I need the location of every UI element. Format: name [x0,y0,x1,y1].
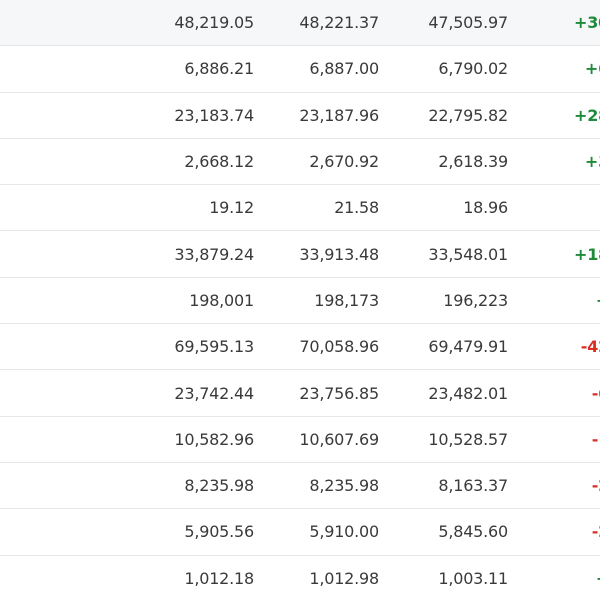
change-cell: -17 [520,417,600,462]
change-value: -23 [591,476,600,496]
table-row[interactable]: 2,668.12 2,670.92 2,618.39 +37 [0,139,600,186]
high-cell: 48,221.37 [299,13,379,33]
high-cell: 10,607.69 [299,429,379,449]
change-value: +6 [520,291,600,310]
low-cell: 8,163.37 [438,476,508,496]
table-row[interactable]: 5,905.56 5,910.00 5,845.60 -20 [0,509,600,556]
high-cell: 2,670.92 [309,152,379,172]
price-cell: 1,012.18 [184,568,254,588]
high-cell: 8,235.98 [309,476,379,496]
change-value: +280 [573,105,600,125]
change-value: +183 [573,244,600,264]
table-row[interactable]: 33,879.24 33,913.48 33,548.01 +183 [0,232,600,278]
low-cell: 47,505.97 [428,13,508,33]
change-value: +302 [573,13,600,33]
table-row[interactable]: 48,219.05 48,221.37 47,505.97 +302 [0,0,600,47]
low-cell: 1,003.11 [438,568,508,588]
table-row[interactable]: 10,582.96 10,607.69 10,528.57 -17 [0,417,600,463]
high-cell: 6,887.00 [309,59,379,79]
change-value: -61 [591,383,600,403]
change-value: -20 [591,522,600,542]
low-cell: 6,790.02 [438,59,508,79]
price-cell: 8,235.98 [184,476,254,496]
change-value: +69 [584,59,600,79]
change-cell: +280 [520,93,600,138]
high-cell: 198,173 [314,290,379,310]
change-cell: -23 [520,463,600,508]
price-cell: 33,879.24 [174,244,254,264]
table-row[interactable]: 69,595.13 70,058.96 69,479.91 -428 [0,324,600,371]
change-value: - [520,198,600,217]
price-cell: 48,219.05 [174,13,254,33]
table-row[interactable]: 19.12 21.58 18.96- [0,185,600,232]
price-cell: 69,595.13 [174,337,254,357]
table-row[interactable]: 23,183.74 23,187.96 22,795.82 +280 [0,93,600,139]
high-cell: 5,910.00 [309,522,379,542]
change-cell: +1 [520,556,600,600]
low-cell: 22,795.82 [428,105,508,125]
price-cell: 198,001 [189,290,254,310]
low-cell: 23,482.01 [428,383,508,403]
table-row[interactable]: 8,235.98 8,235.98 8,163.37 -23 [0,463,600,510]
high-cell: 21.58 [334,198,379,218]
low-cell: 18.96 [463,198,508,218]
price-cell: 2,668.12 [184,152,254,172]
high-cell: 70,058.96 [299,337,379,357]
table-row[interactable]: 6,886.21 6,887.00 6,790.02 +69 [0,46,600,93]
change-cell: - [520,185,600,230]
price-cell: 19.12 [209,198,254,218]
high-cell: 33,913.48 [299,244,379,264]
low-cell: 5,845.60 [438,522,508,542]
change-value: -428 [580,337,600,357]
change-cell: -20 [520,509,600,554]
change-cell: +37 [520,139,600,184]
high-cell: 23,756.85 [299,383,379,403]
table-row[interactable]: 1,012.18 1,012.98 1,003.11 +1 [0,556,600,600]
change-cell: +183 [520,232,600,277]
low-cell: 69,479.91 [428,337,508,357]
low-cell: 2,618.39 [438,152,508,172]
low-cell: 33,548.01 [428,244,508,264]
price-cell: 5,905.56 [184,522,254,542]
price-cell: 6,886.21 [184,59,254,79]
price-cell: 23,742.44 [174,383,254,403]
change-value: +1 [520,569,600,588]
table-row[interactable]: 198,001 198,173 196,223 +6 [0,278,600,325]
change-value: +37 [584,152,600,172]
quotes-table: 48,219.0548,221.3747,505.97+3026,886.216… [0,0,600,600]
high-cell: 23,187.96 [299,105,379,125]
change-cell: -61 [520,370,600,415]
price-cell: 10,582.96 [174,429,254,449]
low-cell: 10,528.57 [428,429,508,449]
price-cell: 23,183.74 [174,105,254,125]
change-cell: +6 [520,278,600,323]
change-cell: -428 [520,324,600,369]
table-row[interactable]: 23,742.44 23,756.85 23,482.01 -61 [0,370,600,417]
change-cell: +69 [520,46,600,91]
change-value: -17 [591,429,600,449]
change-cell: +302 [520,0,600,45]
low-cell: 196,223 [443,290,508,310]
high-cell: 1,012.98 [309,568,379,588]
